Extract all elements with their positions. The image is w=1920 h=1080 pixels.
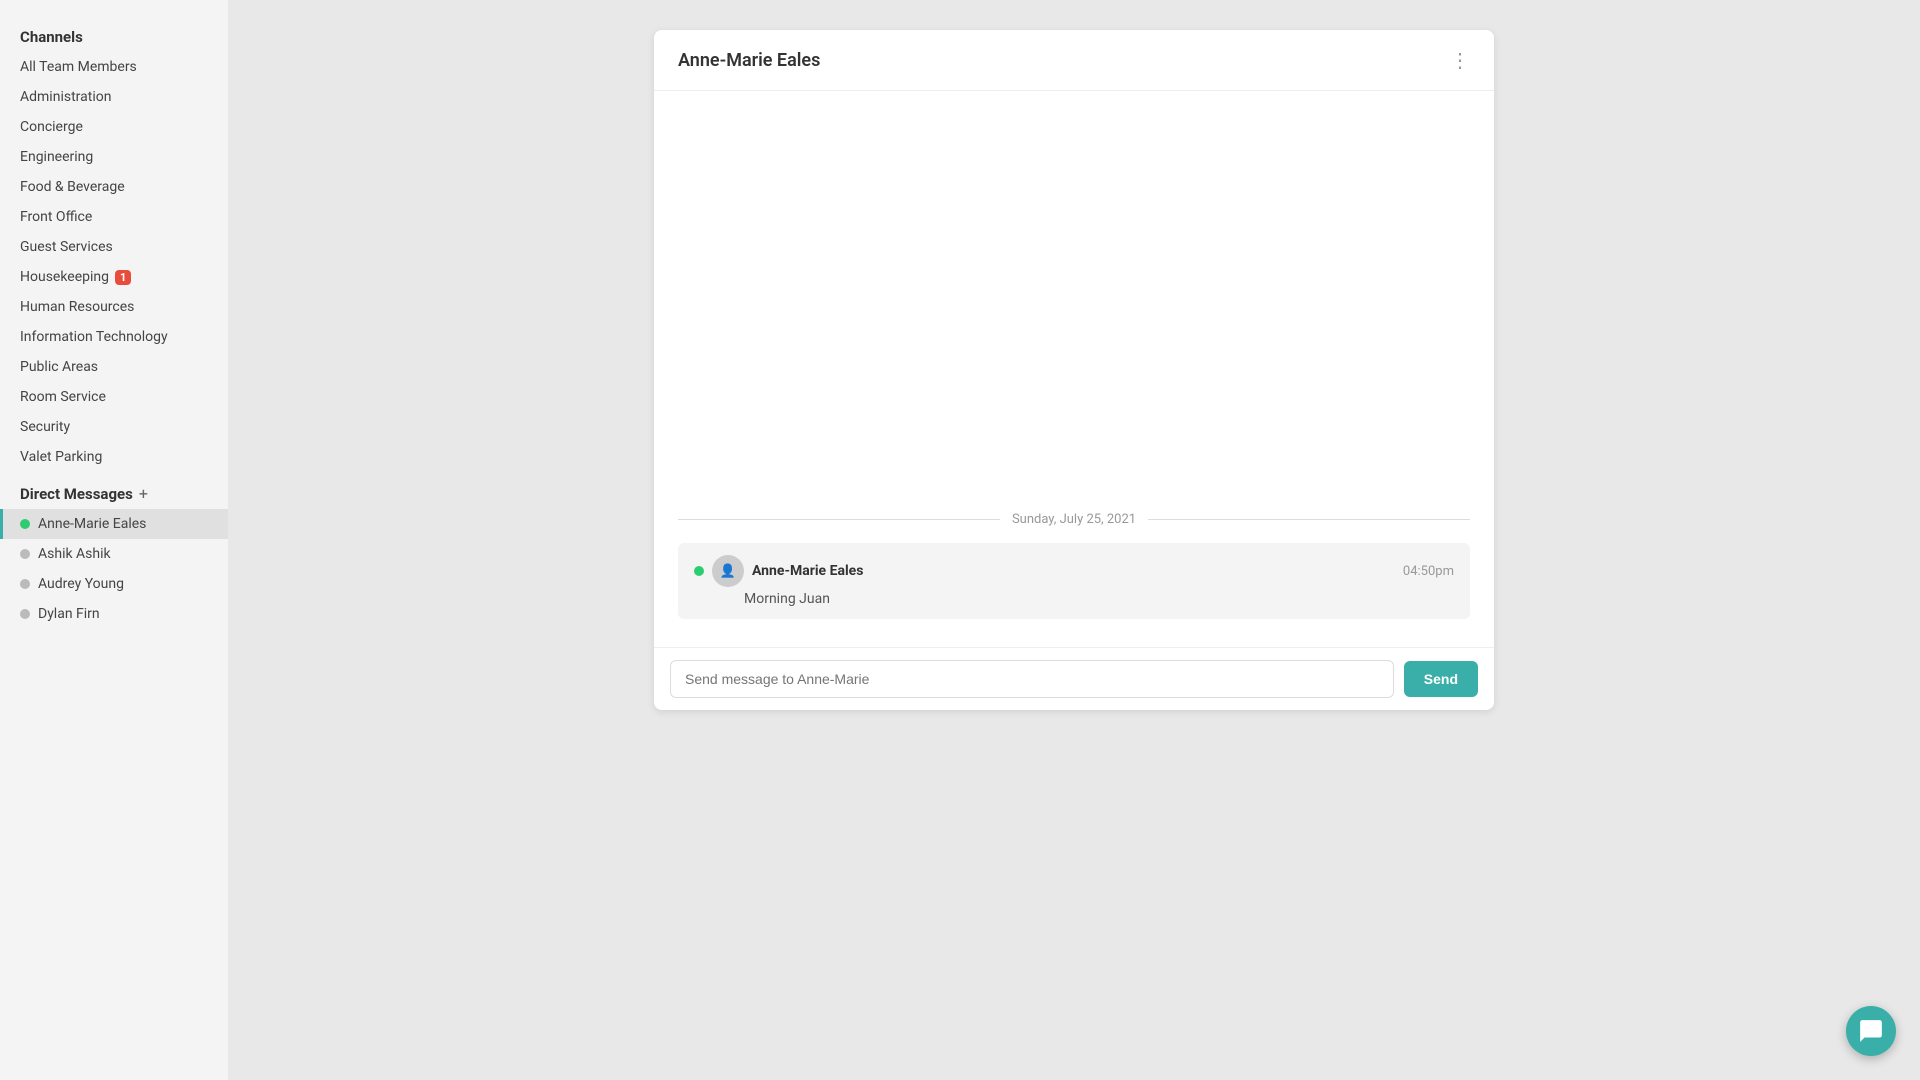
- sidebar-item-valet-parking[interactable]: Valet Parking: [0, 442, 228, 472]
- sidebar-item-security[interactable]: Security: [0, 412, 228, 442]
- sidebar-item-label: Administration: [20, 89, 111, 105]
- sidebar-item-administration[interactable]: Administration: [0, 82, 228, 112]
- sidebar-item-front-office[interactable]: Front Office: [0, 202, 228, 232]
- more-options-icon[interactable]: ⋮: [1450, 48, 1470, 72]
- sidebar-item-housekeeping[interactable]: Housekeeping 1: [0, 262, 228, 292]
- dm-item-label: Anne-Marie Eales: [38, 516, 146, 532]
- dm-item-ashik[interactable]: Ashik Ashik: [0, 539, 228, 569]
- online-status-dot: [20, 519, 30, 529]
- message-sender-row: 👤 Anne-Marie Eales: [694, 555, 863, 587]
- message-sender-name: Anne-Marie Eales: [752, 563, 863, 579]
- avatar: 👤: [712, 555, 744, 587]
- sidebar-item-label: Room Service: [20, 389, 106, 405]
- main-area: Anne-Marie Eales ⋮ Sunday, July 25, 2021…: [228, 0, 1920, 1080]
- sidebar-item-label: Engineering: [20, 149, 93, 165]
- dm-item-audrey[interactable]: Audrey Young: [0, 569, 228, 599]
- send-button[interactable]: Send: [1404, 661, 1478, 697]
- sidebar-item-label: Concierge: [20, 119, 83, 135]
- offline-status-dot: [20, 549, 30, 559]
- dm-item-label: Audrey Young: [38, 576, 124, 592]
- sidebar-item-label: Housekeeping: [20, 269, 109, 285]
- chat-bubble-float[interactable]: [1846, 1006, 1896, 1056]
- sidebar-item-label: Guest Services: [20, 239, 113, 255]
- sidebar-item-label: Food & Beverage: [20, 179, 125, 195]
- sidebar-item-public-areas[interactable]: Public Areas: [0, 352, 228, 382]
- sidebar-item-label: Information Technology: [20, 329, 168, 345]
- message-online-dot: [694, 566, 704, 576]
- sidebar-item-label: Valet Parking: [20, 449, 102, 465]
- sidebar-item-room-service[interactable]: Room Service: [0, 382, 228, 412]
- direct-messages-section-title: Direct Messages: [20, 485, 133, 503]
- sidebar-item-engineering[interactable]: Engineering: [0, 142, 228, 172]
- sidebar-item-all-team[interactable]: All Team Members: [0, 52, 228, 82]
- sidebar-item-human-resources[interactable]: Human Resources: [0, 292, 228, 322]
- chat-footer: Send: [654, 647, 1494, 710]
- channels-section-title: Channels: [0, 20, 228, 52]
- sidebar-item-guest-services[interactable]: Guest Services: [0, 232, 228, 262]
- sidebar-item-label: All Team Members: [20, 59, 137, 75]
- unread-badge: 1: [115, 270, 131, 285]
- sidebar-item-label: Front Office: [20, 209, 92, 225]
- dm-item-label: Ashik Ashik: [38, 546, 111, 562]
- sidebar-item-food-beverage[interactable]: Food & Beverage: [0, 172, 228, 202]
- dm-item-dylan[interactable]: Dylan Firn: [0, 599, 228, 629]
- sidebar-item-label: Security: [20, 419, 70, 435]
- message-time: 04:50pm: [1403, 564, 1454, 579]
- offline-status-dot: [20, 579, 30, 589]
- message-bubble: 👤 Anne-Marie Eales 04:50pm Morning Juan: [678, 543, 1470, 619]
- direct-messages-header: Direct Messages +: [0, 472, 228, 509]
- message-input[interactable]: [670, 660, 1394, 698]
- message-header: 👤 Anne-Marie Eales 04:50pm: [694, 555, 1454, 587]
- chat-header: Anne-Marie Eales ⋮: [654, 30, 1494, 91]
- sidebar-item-label: Public Areas: [20, 359, 98, 375]
- chat-body: Sunday, July 25, 2021 👤 Anne-Marie Eales 0…: [654, 91, 1494, 647]
- sidebar: Channels All Team Members Administration C…: [0, 0, 228, 1080]
- add-dm-icon[interactable]: +: [139, 484, 148, 503]
- sidebar-item-label: Human Resources: [20, 299, 134, 315]
- sidebar-item-information-technology[interactable]: Information Technology: [0, 322, 228, 352]
- message-text: Morning Juan: [694, 591, 1454, 607]
- dm-item-label: Dylan Firn: [38, 606, 100, 622]
- date-divider: Sunday, July 25, 2021: [678, 512, 1470, 527]
- sidebar-item-concierge[interactable]: Concierge: [0, 112, 228, 142]
- offline-status-dot: [20, 609, 30, 619]
- chat-window: Anne-Marie Eales ⋮ Sunday, July 25, 2021…: [654, 30, 1494, 710]
- dm-item-anne-marie[interactable]: Anne-Marie Eales: [0, 509, 228, 539]
- chat-title: Anne-Marie Eales: [678, 50, 820, 71]
